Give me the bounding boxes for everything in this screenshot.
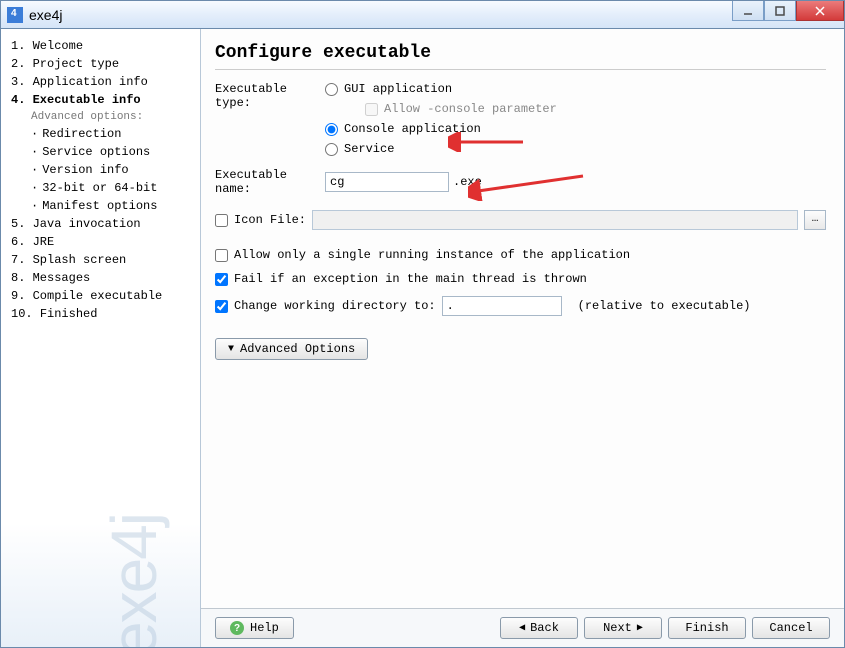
radio-gui-input[interactable] — [325, 83, 338, 96]
check-change-cwd[interactable]: Change working directory to: (relative t… — [215, 296, 826, 316]
radio-console-application[interactable]: Console application — [325, 122, 557, 136]
check-icon-file-input[interactable] — [215, 214, 228, 227]
exec-name-input[interactable] — [325, 172, 449, 192]
app-icon — [7, 7, 23, 23]
step-finished[interactable]: 10. Finished — [11, 305, 196, 323]
main-panel: Configure executable Executable type: GU… — [201, 29, 844, 647]
advanced-options-header: Advanced options: — [11, 109, 196, 125]
cancel-label: Cancel — [769, 621, 812, 635]
check-single-instance-input[interactable] — [215, 249, 228, 262]
radio-service[interactable]: Service — [325, 142, 557, 156]
chevron-right-icon: ▶ — [637, 622, 643, 634]
cwd-input[interactable] — [442, 296, 562, 316]
check-fail-on-exception[interactable]: Fail if an exception in the main thread … — [215, 272, 826, 286]
step-executable-info[interactable]: 4. Executable info — [11, 91, 196, 109]
close-button[interactable] — [796, 1, 844, 21]
chevron-left-icon: ◀ — [519, 622, 525, 634]
icon-file-browse-button[interactable]: … — [804, 210, 826, 230]
radio-gui-label: GUI application — [344, 82, 452, 96]
next-button[interactable]: Next ▶ — [584, 617, 662, 639]
substep-32-64-bit[interactable]: ·32-bit or 64-bit — [11, 179, 196, 197]
step-welcome[interactable]: 1. Welcome — [11, 37, 196, 55]
help-label: Help — [250, 621, 279, 635]
step-java-invocation[interactable]: 5. Java invocation — [11, 215, 196, 233]
exec-ext-label: .exe — [453, 175, 482, 189]
step-application-info[interactable]: 3. Application info — [11, 73, 196, 91]
maximize-icon — [775, 6, 785, 16]
icon-file-label: Icon File: — [234, 213, 306, 227]
check-cwd-input[interactable] — [215, 300, 228, 313]
back-label: Back — [530, 621, 559, 635]
check-single-instance[interactable]: Allow only a single running instance of … — [215, 248, 826, 262]
finish-label: Finish — [685, 621, 728, 635]
substep-version-info[interactable]: ·Version info — [11, 161, 196, 179]
substep-redirection[interactable]: ·Redirection — [11, 125, 196, 143]
wizard-footer: ? Help ◀ Back Next ▶ Finish Cancel — [201, 608, 844, 647]
radio-service-input[interactable] — [325, 143, 338, 156]
substep-manifest-options[interactable]: ·Manifest options — [11, 197, 196, 215]
brand-watermark: exe4j — [97, 608, 171, 647]
check-single-instance-label: Allow only a single running instance of … — [234, 248, 630, 262]
step-messages[interactable]: 8. Messages — [11, 269, 196, 287]
icon-file-path-input — [312, 210, 798, 230]
cancel-button[interactable]: Cancel — [752, 617, 830, 639]
close-icon — [815, 6, 825, 16]
exec-type-label: Executable type: — [215, 82, 325, 110]
check-allow-console-input — [365, 103, 378, 116]
radio-gui-application[interactable]: GUI application — [325, 82, 557, 96]
minimize-button[interactable] — [732, 1, 764, 21]
window-title: exe4j — [29, 7, 62, 23]
chevron-down-icon: ▼ — [228, 344, 234, 355]
help-icon: ? — [230, 621, 244, 635]
titlebar: exe4j — [1, 1, 844, 29]
check-fail-label: Fail if an exception in the main thread … — [234, 272, 587, 286]
advanced-options-label: Advanced Options — [240, 342, 355, 356]
substep-service-options[interactable]: ·Service options — [11, 143, 196, 161]
exec-name-label: Executable name: — [215, 168, 325, 196]
minimize-icon — [743, 6, 753, 16]
next-label: Next — [603, 621, 632, 635]
check-cwd-label: Change working directory to: — [234, 299, 436, 313]
check-icon-file[interactable]: Icon File: — [215, 213, 306, 227]
help-button[interactable]: ? Help — [215, 617, 294, 639]
wizard-sidebar: exe4j 1. Welcome 2. Project type 3. Appl… — [1, 29, 201, 647]
radio-service-label: Service — [344, 142, 394, 156]
check-fail-input[interactable] — [215, 273, 228, 286]
step-splash-screen[interactable]: 7. Splash screen — [11, 251, 196, 269]
radio-console-input[interactable] — [325, 123, 338, 136]
check-allow-console-label: Allow -console parameter — [384, 102, 557, 116]
finish-button[interactable]: Finish — [668, 617, 746, 639]
maximize-button[interactable] — [764, 1, 796, 21]
step-jre[interactable]: 6. JRE — [11, 233, 196, 251]
cwd-relative-label: (relative to executable) — [578, 299, 751, 313]
back-button[interactable]: ◀ Back — [500, 617, 578, 639]
step-compile-executable[interactable]: 9. Compile executable — [11, 287, 196, 305]
advanced-options-button[interactable]: ▼ Advanced Options — [215, 338, 368, 360]
radio-console-label: Console application — [344, 122, 481, 136]
check-allow-console: Allow -console parameter — [365, 102, 557, 116]
page-title: Configure executable — [215, 43, 826, 70]
step-project-type[interactable]: 2. Project type — [11, 55, 196, 73]
